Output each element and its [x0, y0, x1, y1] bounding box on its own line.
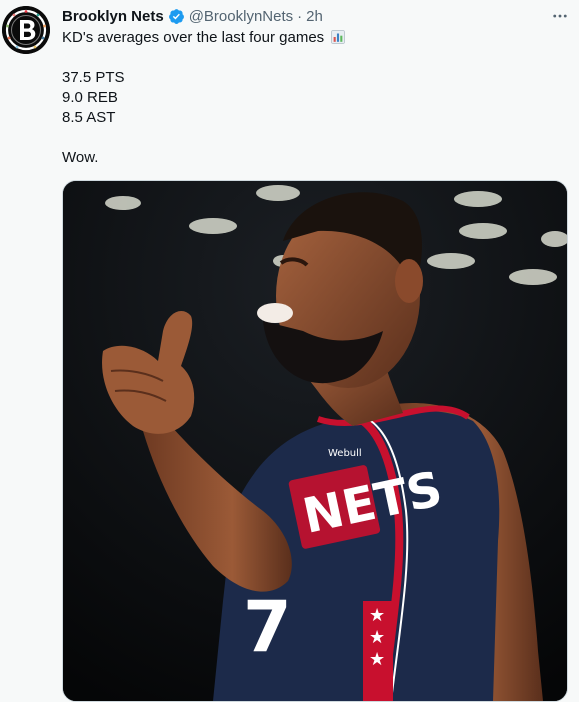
separator-dot: · [297, 7, 303, 25]
tweet-text: KD's averages over the last four games 3… [62, 28, 562, 168]
stat-line-assists: 8.5 AST [62, 109, 116, 126]
svg-text:★: ★ [369, 627, 385, 648]
display-name[interactable]: Brooklyn Nets [62, 8, 164, 25]
svg-text:★: ★ [369, 605, 385, 626]
handle[interactable]: @BrooklynNets [189, 8, 293, 25]
avatar[interactable] [2, 6, 50, 54]
tweet-header: Brooklyn Nets @BrooklynNets · 2h [62, 6, 323, 26]
brooklyn-nets-logo-icon [2, 6, 50, 54]
tweet[interactable]: Brooklyn Nets @BrooklynNets · 2h KD's av… [0, 0, 579, 702]
player-photo: ★ ★ ★ NETS Webull 7 [63, 181, 567, 701]
more-options-icon [553, 14, 567, 18]
svg-text:7: 7 [243, 586, 292, 668]
tweet-media-photo[interactable]: ★ ★ ★ NETS Webull 7 [62, 180, 568, 702]
svg-text:★: ★ [369, 649, 385, 670]
more-options-button[interactable] [550, 6, 570, 26]
tweet-closing: Wow. [62, 149, 99, 166]
stat-line-points: 37.5 PTS [62, 69, 125, 86]
bar-chart-emoji-icon [331, 30, 346, 44]
stat-line-rebounds: 9.0 REB [62, 89, 118, 106]
tweet-headline-line: KD's averages over the last four games [62, 28, 562, 48]
jersey-sponsor-text: Webull [328, 448, 362, 459]
tweet-headline: KD's averages over the last four games [62, 29, 325, 46]
timestamp[interactable]: 2h [306, 8, 323, 25]
verified-badge-icon [168, 8, 184, 24]
